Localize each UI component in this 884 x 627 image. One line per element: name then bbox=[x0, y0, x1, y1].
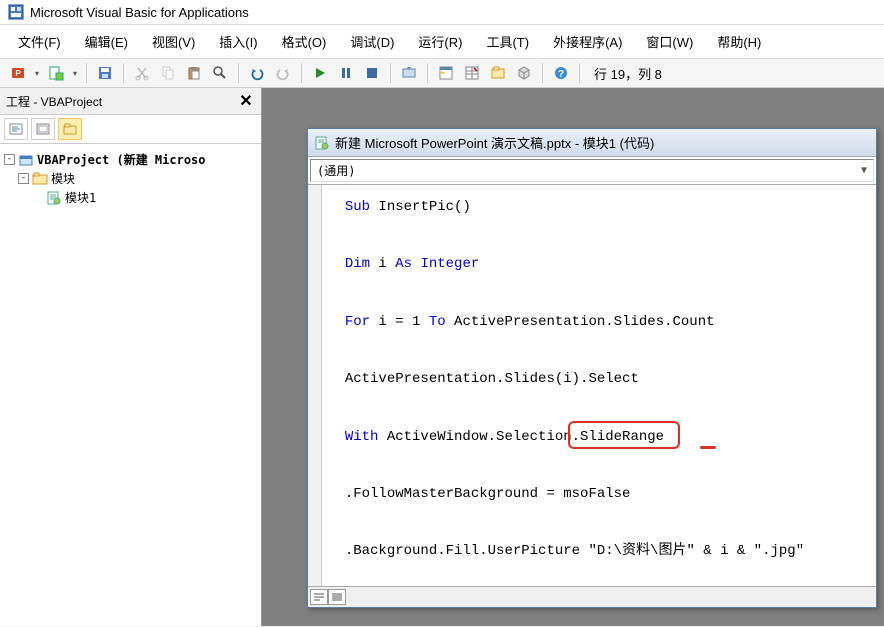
code-window-titlebar[interactable]: 新建 Microsoft PowerPoint 演示文稿.pptx - 模块1 … bbox=[308, 129, 876, 157]
tree-folder-modules[interactable]: - 模块 bbox=[4, 169, 257, 188]
menu-tools[interactable]: 工具(T) bbox=[476, 29, 539, 54]
separator bbox=[579, 63, 580, 83]
tree-project-root[interactable]: - VBAProject (新建 Microso bbox=[4, 150, 257, 169]
code-window-title: 新建 Microsoft PowerPoint 演示文稿.pptx - 模块1 … bbox=[335, 133, 654, 152]
dropdown-arrow-icon[interactable]: ▾ bbox=[70, 69, 80, 78]
app-icon bbox=[8, 4, 24, 20]
view-powerpoint-icon[interactable]: P bbox=[6, 62, 30, 84]
redo-icon[interactable] bbox=[271, 62, 295, 84]
properties-icon[interactable] bbox=[460, 62, 484, 84]
help-icon[interactable]: ? bbox=[549, 62, 573, 84]
svg-text:?: ? bbox=[558, 69, 564, 80]
mdi-area: 新建 Microsoft PowerPoint 演示文稿.pptx - 模块1 … bbox=[262, 88, 884, 626]
project-explorer-icon[interactable] bbox=[434, 62, 458, 84]
break-icon[interactable] bbox=[334, 62, 358, 84]
project-tree[interactable]: - VBAProject (新建 Microso - 模块 模块1 bbox=[0, 144, 261, 626]
save-icon[interactable] bbox=[93, 62, 117, 84]
collapse-icon[interactable]: - bbox=[4, 154, 15, 165]
paste-icon[interactable] bbox=[182, 62, 206, 84]
menu-run[interactable]: 运行(R) bbox=[408, 29, 472, 54]
run-icon[interactable] bbox=[308, 62, 332, 84]
code-view-switcher bbox=[308, 586, 876, 607]
panel-toolbar bbox=[0, 115, 261, 144]
panel-title: 工程 - VBAProject bbox=[6, 93, 102, 110]
collapse-icon[interactable]: - bbox=[18, 173, 29, 184]
menubar: 文件(F) 编辑(E) 视图(V) 插入(I) 格式(O) 调试(D) 运行(R… bbox=[0, 25, 884, 59]
copy-icon[interactable] bbox=[156, 62, 180, 84]
svg-text:P: P bbox=[15, 69, 21, 78]
view-code-icon[interactable] bbox=[4, 118, 28, 140]
menu-help[interactable]: 帮助(H) bbox=[707, 29, 771, 54]
object-dropdown[interactable]: (通用)▼ bbox=[310, 159, 874, 182]
highlight-underline bbox=[700, 446, 716, 449]
toolbox-icon[interactable] bbox=[512, 62, 536, 84]
view-object-icon[interactable] bbox=[31, 118, 55, 140]
separator bbox=[390, 63, 391, 83]
find-icon[interactable] bbox=[208, 62, 232, 84]
module-icon bbox=[314, 135, 330, 151]
separator bbox=[301, 63, 302, 83]
separator bbox=[427, 63, 428, 83]
menu-addins[interactable]: 外接程序(A) bbox=[543, 29, 632, 54]
tree-label: 模块1 bbox=[65, 189, 96, 206]
code-margin bbox=[308, 185, 322, 586]
menu-edit[interactable]: 编辑(E) bbox=[75, 29, 138, 54]
module-icon bbox=[46, 190, 62, 206]
toggle-folders-icon[interactable] bbox=[58, 118, 82, 140]
separator bbox=[542, 63, 543, 83]
menu-file[interactable]: 文件(F) bbox=[8, 29, 71, 54]
project-icon bbox=[18, 152, 34, 168]
menu-view[interactable]: 视图(V) bbox=[142, 29, 205, 54]
separator bbox=[238, 63, 239, 83]
app-title: Microsoft Visual Basic for Applications bbox=[30, 5, 249, 20]
folder-icon bbox=[32, 171, 48, 187]
menu-window[interactable]: 窗口(W) bbox=[636, 29, 703, 54]
highlight-box bbox=[568, 421, 680, 449]
procedure-view-icon[interactable] bbox=[310, 589, 328, 605]
full-module-view-icon[interactable] bbox=[328, 589, 346, 605]
tree-label: 模块 bbox=[51, 170, 75, 187]
object-browser-icon[interactable] bbox=[486, 62, 510, 84]
undo-icon[interactable] bbox=[245, 62, 269, 84]
separator bbox=[123, 63, 124, 83]
panel-header: 工程 - VBAProject ✕ bbox=[0, 88, 261, 115]
code-editor[interactable]: Sub InsertPic() Dim i As Integer For i =… bbox=[322, 185, 876, 586]
menu-format[interactable]: 格式(O) bbox=[272, 29, 337, 54]
code-dropdowns: (通用)▼ bbox=[308, 157, 876, 185]
menu-debug[interactable]: 调试(D) bbox=[340, 29, 404, 54]
dropdown-arrow-icon[interactable]: ▾ bbox=[32, 69, 42, 78]
cut-icon[interactable] bbox=[130, 62, 154, 84]
insert-module-icon[interactable] bbox=[44, 62, 68, 84]
toolbar: P ▾ ▾ ? 行 19，列 8 bbox=[0, 59, 884, 88]
reset-icon[interactable] bbox=[360, 62, 384, 84]
tree-label: VBAProject (新建 Microso bbox=[37, 151, 206, 168]
titlebar: Microsoft Visual Basic for Applications bbox=[0, 0, 884, 25]
tree-module1[interactable]: 模块1 bbox=[4, 188, 257, 207]
code-window: 新建 Microsoft PowerPoint 演示文稿.pptx - 模块1 … bbox=[307, 128, 877, 608]
cursor-position: 行 19，列 8 bbox=[594, 64, 662, 83]
separator bbox=[86, 63, 87, 83]
chevron-down-icon: ▼ bbox=[861, 165, 867, 176]
design-mode-icon[interactable] bbox=[397, 62, 421, 84]
close-icon[interactable]: ✕ bbox=[237, 92, 255, 110]
menu-insert[interactable]: 插入(I) bbox=[209, 29, 267, 54]
project-explorer: 工程 - VBAProject ✕ - VBAProject (新建 Micro… bbox=[0, 88, 262, 626]
